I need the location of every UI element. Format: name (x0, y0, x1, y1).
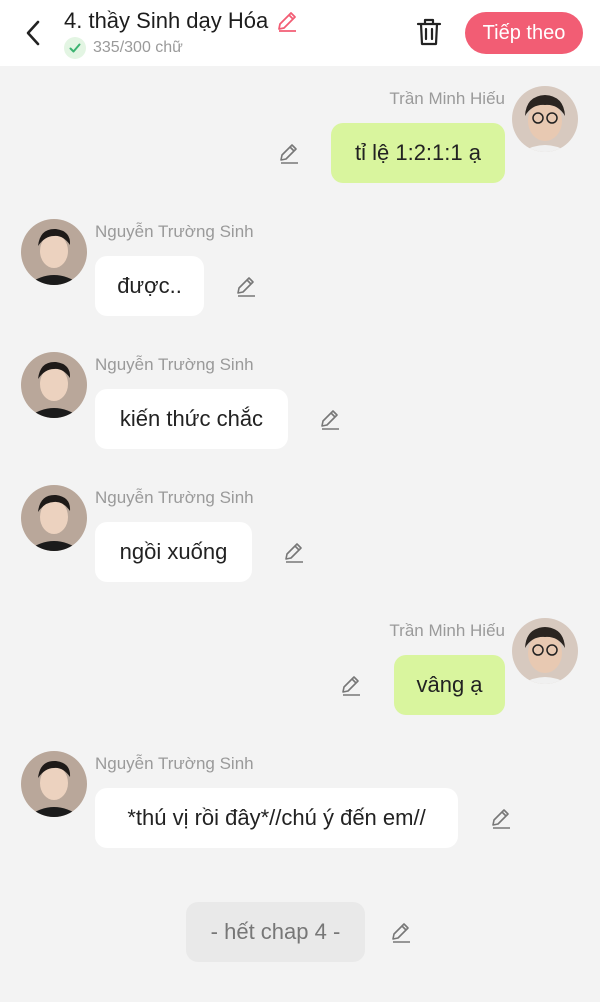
message-bubble[interactable]: vâng ạ (394, 655, 505, 715)
chapter-title: 4. thầy Sinh dạy Hóa (64, 8, 269, 33)
edit-icon (342, 676, 360, 696)
edit-message-button[interactable] (233, 273, 259, 299)
sender-name: Nguyễn Trường Sinh (95, 222, 254, 241)
check-icon (64, 37, 86, 59)
message-bubble[interactable]: *thú vị rồi đây*//chú ý đến em// (95, 788, 458, 848)
sender-name: Nguyễn Trường Sinh (95, 754, 254, 773)
edit-message-button[interactable] (338, 672, 364, 698)
avatar[interactable] (21, 751, 87, 817)
chapter-end-marker[interactable]: - hết chap 4 - (186, 902, 365, 962)
edit-icon (392, 923, 410, 943)
back-icon (26, 20, 40, 46)
title-block: 4. thầy Sinh dạy Hóa 335/300 chữ (64, 8, 300, 59)
sender-name: Nguyễn Trường Sinh (95, 488, 254, 507)
back-button[interactable] (18, 16, 48, 50)
message-bubble[interactable]: kiến thức chắc (95, 389, 288, 449)
trash-icon (416, 18, 442, 46)
word-count: 335/300 chữ (93, 39, 183, 56)
edit-message-button[interactable] (281, 539, 307, 565)
top-bar: 4. thầy Sinh dạy Hóa 335/300 chữ Tiếp th… (0, 0, 600, 66)
avatar[interactable] (21, 352, 87, 418)
edit-message-button[interactable] (488, 805, 514, 831)
edit-icon (492, 809, 510, 829)
avatar[interactable] (21, 219, 87, 285)
edit-icon (321, 410, 339, 430)
avatar[interactable] (512, 618, 578, 684)
avatar[interactable] (512, 86, 578, 152)
avatar[interactable] (21, 485, 87, 551)
edit-icon (285, 543, 303, 563)
edit-title-button[interactable] (274, 8, 300, 34)
edit-end-marker-button[interactable] (388, 919, 414, 945)
edit-icon (237, 277, 255, 297)
edit-icon (280, 144, 298, 164)
edit-message-button[interactable] (317, 406, 343, 432)
edit-message-button[interactable] (276, 140, 302, 166)
message-bubble[interactable]: ngồi xuống (95, 522, 252, 582)
sender-name: Nguyễn Trường Sinh (95, 355, 254, 374)
sender-name: Trần Minh Hiếu (389, 621, 505, 640)
pencil-icon (278, 12, 297, 32)
next-button[interactable]: Tiếp theo (465, 12, 583, 54)
message-bubble[interactable]: được.. (95, 256, 204, 316)
message-bubble[interactable]: tỉ lệ 1:2:1:1 ạ (331, 123, 505, 183)
delete-button[interactable] (413, 15, 445, 49)
sender-name: Trần Minh Hiếu (389, 89, 505, 108)
